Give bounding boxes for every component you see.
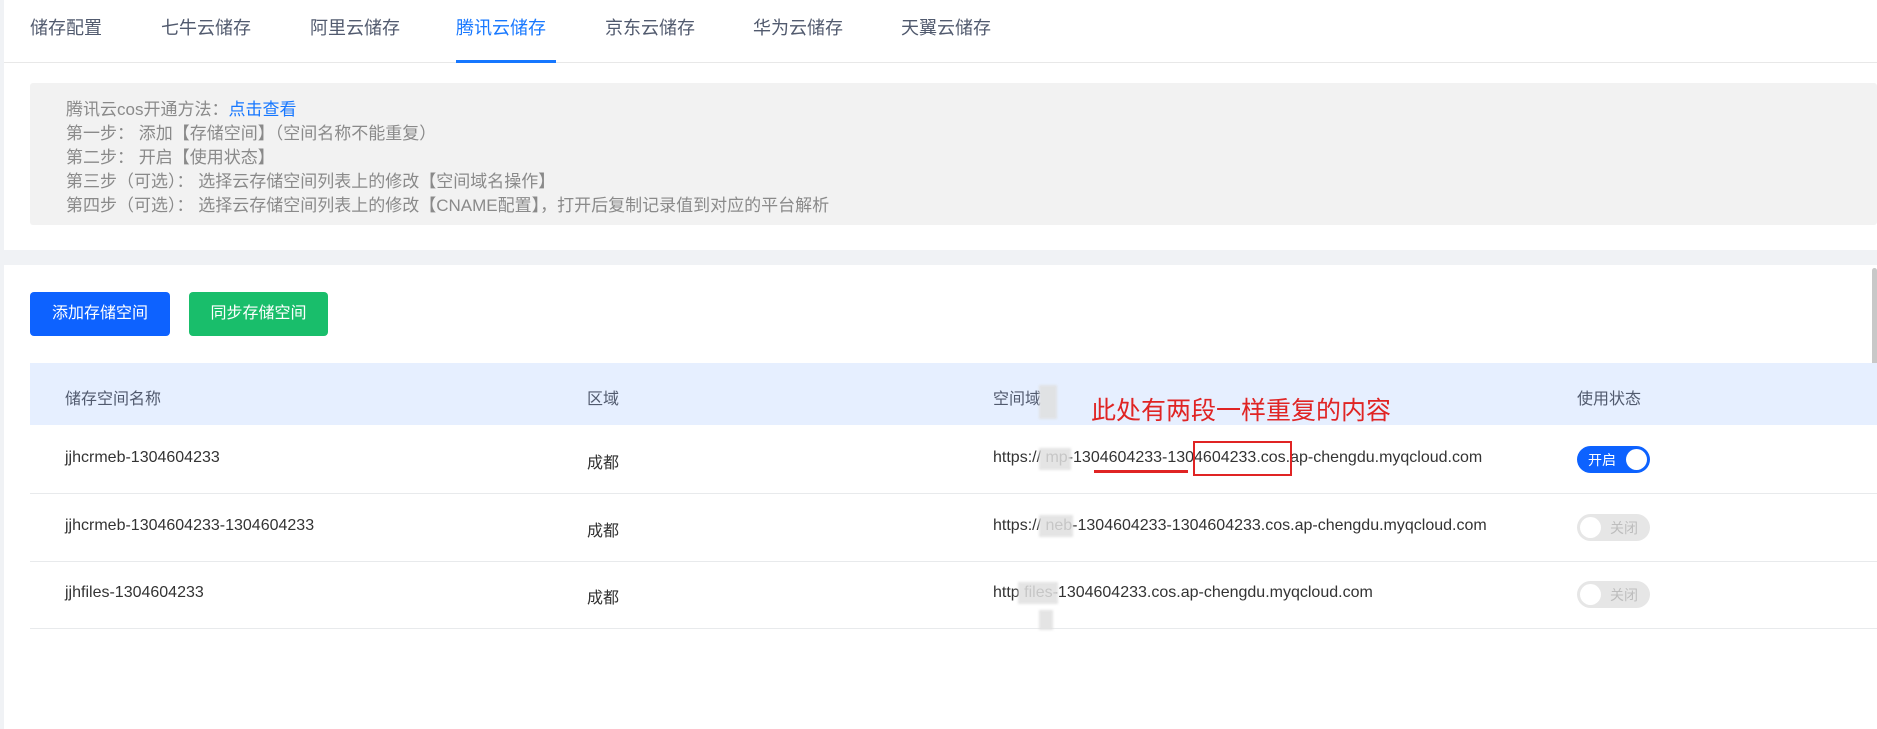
- table-row: jjhfiles-1304604233 成都 http files-130460…: [30, 561, 1877, 629]
- bucket-name: jjhfiles-1304604233: [65, 584, 204, 601]
- tab-jdcloud[interactable]: 京东云储存: [605, 14, 695, 40]
- tab-storage-config[interactable]: 储存配置: [30, 14, 102, 40]
- table-header: 储存空间名称 区域 空间域 使用状态: [30, 363, 1877, 425]
- tab-huawei[interactable]: 华为云储存: [753, 14, 843, 40]
- notice-intro: 腾讯云cos开通方法：: [66, 100, 229, 119]
- notice-step-4: 第四步（可选）： 选择云存储空间列表上的修改【CNAME配置】，打开后复制记录值…: [66, 196, 830, 215]
- redaction-blur: [1039, 610, 1053, 630]
- column-header-region: 区域: [587, 391, 620, 408]
- tab-tianyi[interactable]: 天翼云储存: [901, 14, 991, 40]
- notice-intro-line: 腾讯云cos开通方法：点击查看: [66, 95, 296, 120]
- toggle-knob: [1580, 584, 1601, 605]
- toggle-label: 开启: [1588, 452, 1616, 468]
- status-toggle[interactable]: 关闭: [1577, 581, 1650, 608]
- redaction-blur: [1018, 582, 1058, 604]
- storage-tabs: 储存配置 七牛云储存 阿里云储存 腾讯云储存 京东云储存 华为云储存 天翼云储存: [4, 0, 1877, 63]
- bucket-region: 成都: [587, 523, 620, 540]
- notice-step-1: 第一步： 添加【存储空间】（空间名称不能重复）: [66, 124, 437, 143]
- view-guide-link[interactable]: 点击查看: [228, 100, 296, 119]
- redaction-blur: [1039, 448, 1071, 470]
- toggle-knob: [1580, 517, 1601, 538]
- tab-tencent[interactable]: 腾讯云储存: [456, 14, 546, 40]
- sync-storage-button[interactable]: 同步存储空间: [189, 292, 328, 336]
- active-tab-indicator: [456, 60, 556, 63]
- bucket-region: 成都: [587, 455, 620, 472]
- storage-config-panel: 储存配置 七牛云储存 阿里云储存 腾讯云储存 京东云储存 华为云储存 天翼云储存…: [4, 0, 1877, 250]
- notice-step-3: 第三步（可选）： 选择云存储空间列表上的修改【空间域名操作】: [66, 172, 556, 191]
- column-header-status: 使用状态: [1577, 391, 1642, 408]
- status-toggle[interactable]: 关闭: [1577, 514, 1650, 541]
- toggle-knob: [1626, 449, 1647, 470]
- bucket-name: jjhcrmeb-1304604233-1304604233: [65, 517, 315, 534]
- table-row: jjhcrmeb-1304604233 成都 https:// mp-13046…: [30, 426, 1877, 494]
- annotation-underline: [1094, 470, 1188, 473]
- tab-qiniu[interactable]: 七牛云储存: [161, 14, 251, 40]
- toggle-label: 关闭: [1610, 520, 1638, 536]
- column-header-name: 储存空间名称: [65, 391, 162, 408]
- table-row: jjhcrmeb-1304604233-1304604233 成都 https:…: [30, 494, 1877, 562]
- annotation-highlight-box: [1193, 441, 1292, 476]
- tab-aliyun[interactable]: 阿里云储存: [310, 14, 400, 40]
- column-header-domain: 空间域: [993, 391, 1042, 408]
- redaction-blur: [1039, 385, 1057, 419]
- toggle-label: 关闭: [1610, 587, 1638, 603]
- redaction-blur: [1039, 515, 1073, 537]
- bucket-name: jjhcrmeb-1304604233: [65, 449, 220, 466]
- add-storage-button[interactable]: 添加存储空间: [30, 292, 170, 336]
- setup-notice: 腾讯云cos开通方法：点击查看 第一步： 添加【存储空间】（空间名称不能重复） …: [30, 83, 1877, 225]
- annotation-label: 此处有两段一样重复的内容: [1091, 397, 1392, 425]
- status-toggle[interactable]: 开启: [1577, 446, 1650, 473]
- notice-step-2: 第二步： 开启【使用状态】: [66, 148, 275, 167]
- bucket-region: 成都: [587, 590, 620, 607]
